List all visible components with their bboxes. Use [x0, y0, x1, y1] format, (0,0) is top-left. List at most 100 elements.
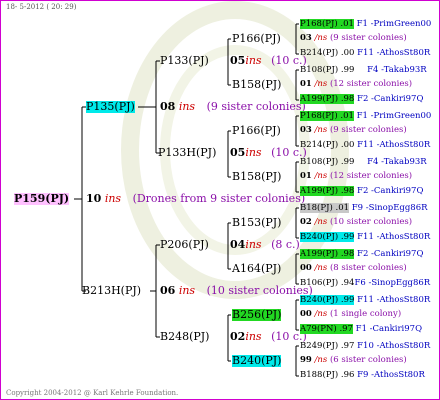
g5-code-18: B106(PJ) .94	[300, 278, 355, 288]
g5-row-23: 99 /ns (6 sister colonies)	[300, 355, 407, 365]
gen3-p206[interactable]: P206(PJ)	[160, 239, 209, 251]
g5-row-3[interactable]: B214(PJ) .00 F11 -AthosSt80R	[300, 48, 430, 58]
g5-row-13[interactable]: B18(PJ) .01 F9 -SinopEgg86R	[300, 203, 428, 213]
gen3-p133h[interactable]: P133H(PJ)	[158, 147, 216, 159]
g5-code-9: B214(PJ) .00	[300, 140, 355, 150]
gen4-a164[interactable]: A164(PJ)	[232, 263, 281, 275]
gen4-b158b[interactable]: B158(PJ)	[232, 171, 281, 183]
g5-code-19: B240(PJ) .99	[300, 295, 355, 305]
g5-row-19[interactable]: B240(PJ) .99 F11 -AthosSt80R	[300, 295, 430, 305]
gen4-p166a[interactable]: P166(PJ)	[232, 33, 281, 45]
g5-gen-11: 01	[300, 171, 312, 181]
gen4-b256[interactable]: B256(PJ)	[232, 309, 282, 321]
g5-code-13: B18(PJ) .01	[300, 203, 350, 213]
g5-code-22: B249(PJ) .97	[300, 341, 355, 351]
g5-row-7[interactable]: P168(PJ) .01 F1 -PrimGreen00	[300, 111, 431, 121]
g5-mark-1: F1 -PrimGreen00	[356, 19, 432, 29]
g5-code-24: B188(PJ) .96	[300, 370, 355, 380]
g5-mark-6: F2 -Cankiri97Q	[357, 94, 424, 104]
gen3-b248-ins: ins	[245, 330, 262, 343]
g5-row-10[interactable]: B108(PJ) .99 F4 -Takab93R	[300, 157, 427, 167]
g5-code-16: A199(PJ) .98	[300, 249, 355, 259]
g5-note-5: (12 sister colonies)	[329, 79, 413, 89]
g5-ins-5: /ns	[314, 79, 328, 89]
g5-mark-24: F9 -AthosSt80R	[357, 370, 425, 380]
g5-mark-21: F1 -Cankiri97Q	[355, 324, 423, 334]
g5-mark-22: F10 -AthosSt80R	[357, 341, 431, 351]
g5-mark-9: F11 -AthosSt80R	[357, 140, 431, 150]
g5-row-21[interactable]: A79(PN) .97 F1 -Cankiri97Q	[300, 324, 422, 334]
g5-ins-8: /ns	[314, 125, 328, 135]
g5-mark-10: F4 -Takab93R	[367, 157, 427, 167]
gen4-b158a[interactable]: B158(PJ)	[232, 79, 281, 91]
gen3-p206-ins: ins	[245, 238, 262, 251]
gen3-p206-gen: 04	[230, 238, 246, 251]
g5-gen-2: 03	[300, 33, 312, 43]
g5-row-20: 00 /ns (1 single colony)	[300, 309, 401, 319]
g5-ins-11: /ns	[314, 171, 328, 181]
g5-row-22[interactable]: B249(PJ) .97 F10 -AthosSt80R	[300, 341, 430, 351]
g5-note-11: (12 sister colonies)	[329, 171, 413, 181]
g5-row-8: 03 /ns (9 sister colonies)	[300, 125, 407, 135]
g5-row-14: 02 /ns (10 sister colonies)	[300, 217, 412, 227]
g5-code-10: B108(PJ) .99	[300, 157, 355, 167]
gen3-b248[interactable]: B248(PJ)	[160, 331, 209, 343]
g5-code-7: P168(PJ) .01	[300, 111, 354, 121]
g5-note-20: (1 single colony)	[329, 309, 402, 319]
mother-queen[interactable]: P135(PJ)	[86, 101, 135, 113]
root-note: (Drones from 9 sister colonies)	[132, 192, 306, 205]
g5-row-15[interactable]: B240(PJ) .99 F11 -AthosSt80R	[300, 232, 430, 242]
g5-ins-14: /ns	[314, 217, 328, 227]
gen3-p133-ins: ins	[245, 54, 262, 67]
g5-note-17: (8 sister colonies)	[329, 263, 407, 273]
g5-code-6: A199(PJ) .98	[300, 94, 355, 104]
father-gen: 06	[160, 284, 176, 297]
gen4-b153[interactable]: B153(PJ)	[232, 217, 281, 229]
g5-row-24[interactable]: B188(PJ) .96 F9 -AthosSt80R	[300, 370, 425, 380]
gen3-p206-line: 04ins (8 c.)	[230, 239, 300, 251]
g5-row-6[interactable]: A199(PJ) .98 F2 -Cankiri97Q	[300, 94, 423, 104]
father-queen[interactable]: B213H(PJ)	[82, 285, 141, 297]
gen3-p133-line: 05ins (10 c.)	[230, 55, 307, 67]
g5-row-5: 01 /ns (12 sister colonies)	[300, 79, 412, 89]
g5-row-17: 00 /ns (8 sister colonies)	[300, 263, 407, 273]
g5-gen-5: 01	[300, 79, 312, 89]
g5-mark-4: F4 -Takab93R	[367, 65, 427, 75]
father-ins: ins	[178, 284, 196, 297]
mother-line: 08 ins (9 sister colonies)	[160, 101, 306, 113]
g5-mark-12: F2 -Cankiri97Q	[357, 186, 424, 196]
g5-ins-17: /ns	[314, 263, 328, 273]
gen4-b240[interactable]: B240(PJ)	[232, 355, 282, 367]
root-line: 10 ins (Drones from 9 sister colonies)	[86, 193, 305, 205]
root-gen: 10	[86, 192, 102, 205]
gen4-p166b[interactable]: P166(PJ)	[232, 125, 281, 137]
g5-mark-7: F1 -PrimGreen00	[356, 111, 432, 121]
g5-row-12[interactable]: A199(PJ) .98 F2 -Cankiri97Q	[300, 186, 423, 196]
gen3-p133h-gen: 05	[230, 146, 246, 159]
g5-gen-14: 02	[300, 217, 312, 227]
gen3-b248-gen: 02	[230, 330, 246, 343]
father-note: (10 sister colonies)	[206, 284, 313, 297]
g5-code-15: B240(PJ) .99	[300, 232, 355, 242]
g5-row-9[interactable]: B214(PJ) .00 F11 -AthosSt80R	[300, 140, 430, 150]
g5-mark-3: F11 -AthosSt80R	[357, 48, 431, 58]
g5-note-14: (10 sister colonies)	[329, 217, 413, 227]
root-ins: ins	[104, 192, 122, 205]
g5-row-1[interactable]: P168(PJ) .01 F1 -PrimGreen00	[300, 19, 431, 29]
copyright: Copyright 2004-2012 @ Karl Kehrle Founda…	[6, 389, 179, 397]
g5-row-4[interactable]: B108(PJ) .99 F4 -Takab93R	[300, 65, 427, 75]
g5-gen-17: 00	[300, 263, 312, 273]
g5-note-23: (6 sister colonies)	[329, 355, 407, 365]
gen3-p133h-ins: ins	[245, 146, 262, 159]
g5-code-1: P168(PJ) .01	[300, 19, 354, 29]
g5-gen-8: 03	[300, 125, 312, 135]
g5-gen-23: 99	[300, 355, 312, 365]
mother-note: (9 sister colonies)	[206, 100, 306, 113]
g5-mark-19: F11 -AthosSt80R	[357, 295, 431, 305]
root-queen[interactable]: P159(PJ)	[14, 193, 70, 205]
g5-row-2: 03 /ns (9 sister colonies)	[300, 33, 407, 43]
gen3-p133[interactable]: P133(PJ)	[160, 55, 209, 67]
mother-gen: 08	[160, 100, 176, 113]
g5-row-16[interactable]: A199(PJ) .98 F2 -Cankiri97Q	[300, 249, 423, 259]
g5-row-18[interactable]: B106(PJ) .94F6 -SinopEgg86R	[300, 278, 430, 288]
